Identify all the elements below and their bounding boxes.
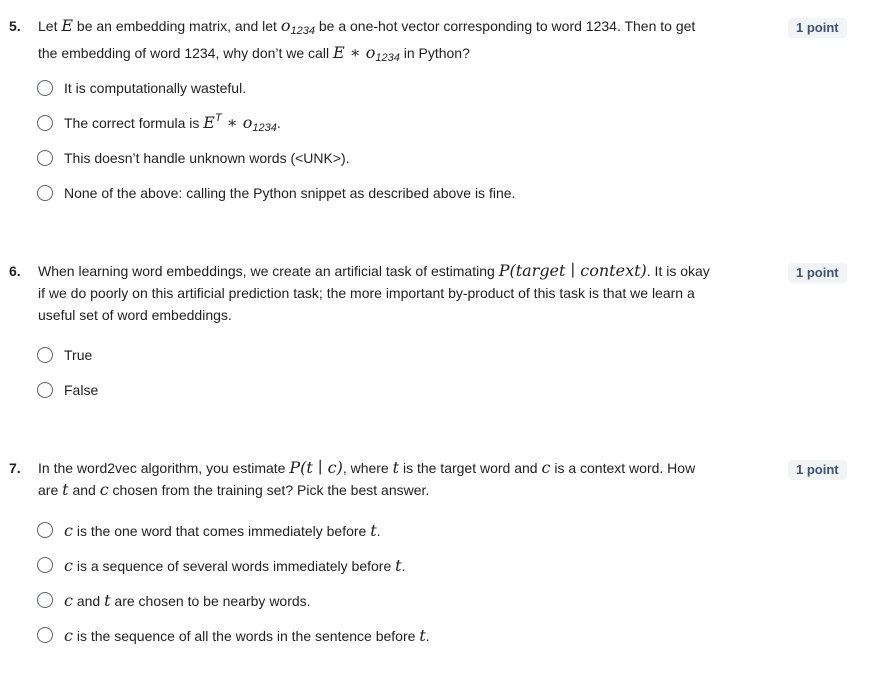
option-label: c is the one word that comes immediately… bbox=[64, 520, 381, 540]
option-label: False bbox=[64, 382, 99, 398]
radio-button[interactable] bbox=[37, 627, 53, 643]
option-label: None of the above: calling the Python sn… bbox=[64, 185, 516, 201]
option-false[interactable]: False bbox=[37, 379, 98, 401]
option-label: True bbox=[64, 347, 93, 363]
option-label: The correct formula is ET ∗ o1234. bbox=[64, 112, 281, 134]
question-number: 6. bbox=[9, 263, 21, 279]
option-label: It is computationally wasteful. bbox=[64, 80, 247, 96]
radio-button[interactable] bbox=[37, 115, 53, 131]
points-badge: 1 point bbox=[788, 263, 847, 283]
option-3[interactable]: c and t are chosen to be nearby words. bbox=[37, 589, 311, 611]
option-2[interactable]: The correct formula is ET ∗ o1234. bbox=[37, 112, 281, 134]
question-number: 5. bbox=[9, 18, 21, 34]
question-text: Let E be an embedding matrix, and let o1… bbox=[38, 16, 696, 64]
radio-button[interactable] bbox=[37, 382, 53, 398]
question-number: 7. bbox=[9, 460, 21, 476]
points-badge: 1 point bbox=[788, 460, 847, 480]
option-label: This doesn’t handle unknown words (<UNK>… bbox=[64, 150, 350, 166]
question-text: In the word2vec algorithm, you estimate … bbox=[38, 458, 696, 499]
points-badge: 1 point bbox=[788, 18, 847, 38]
option-4[interactable]: c is the sequence of all the words in th… bbox=[37, 624, 430, 646]
radio-button[interactable] bbox=[37, 80, 53, 96]
radio-button[interactable] bbox=[37, 592, 53, 608]
option-1[interactable]: c is the one word that comes immediately… bbox=[37, 519, 381, 541]
option-label: c and t are chosen to be nearby words. bbox=[64, 590, 311, 610]
radio-button[interactable] bbox=[37, 557, 53, 573]
option-true[interactable]: True bbox=[37, 344, 92, 366]
radio-button[interactable] bbox=[37, 150, 53, 166]
option-4[interactable]: None of the above: calling the Python sn… bbox=[37, 182, 515, 204]
option-1[interactable]: It is computationally wasteful. bbox=[37, 77, 246, 99]
radio-button[interactable] bbox=[37, 185, 53, 201]
question-text: When learning word embeddings, we create… bbox=[38, 261, 710, 323]
option-3[interactable]: This doesn’t handle unknown words (<UNK>… bbox=[37, 147, 350, 169]
option-label: c is a sequence of several words immedia… bbox=[64, 555, 406, 575]
radio-button[interactable] bbox=[37, 522, 53, 538]
option-label: c is the sequence of all the words in th… bbox=[64, 625, 430, 645]
radio-button[interactable] bbox=[37, 347, 53, 363]
option-2[interactable]: c is a sequence of several words immedia… bbox=[37, 554, 405, 576]
